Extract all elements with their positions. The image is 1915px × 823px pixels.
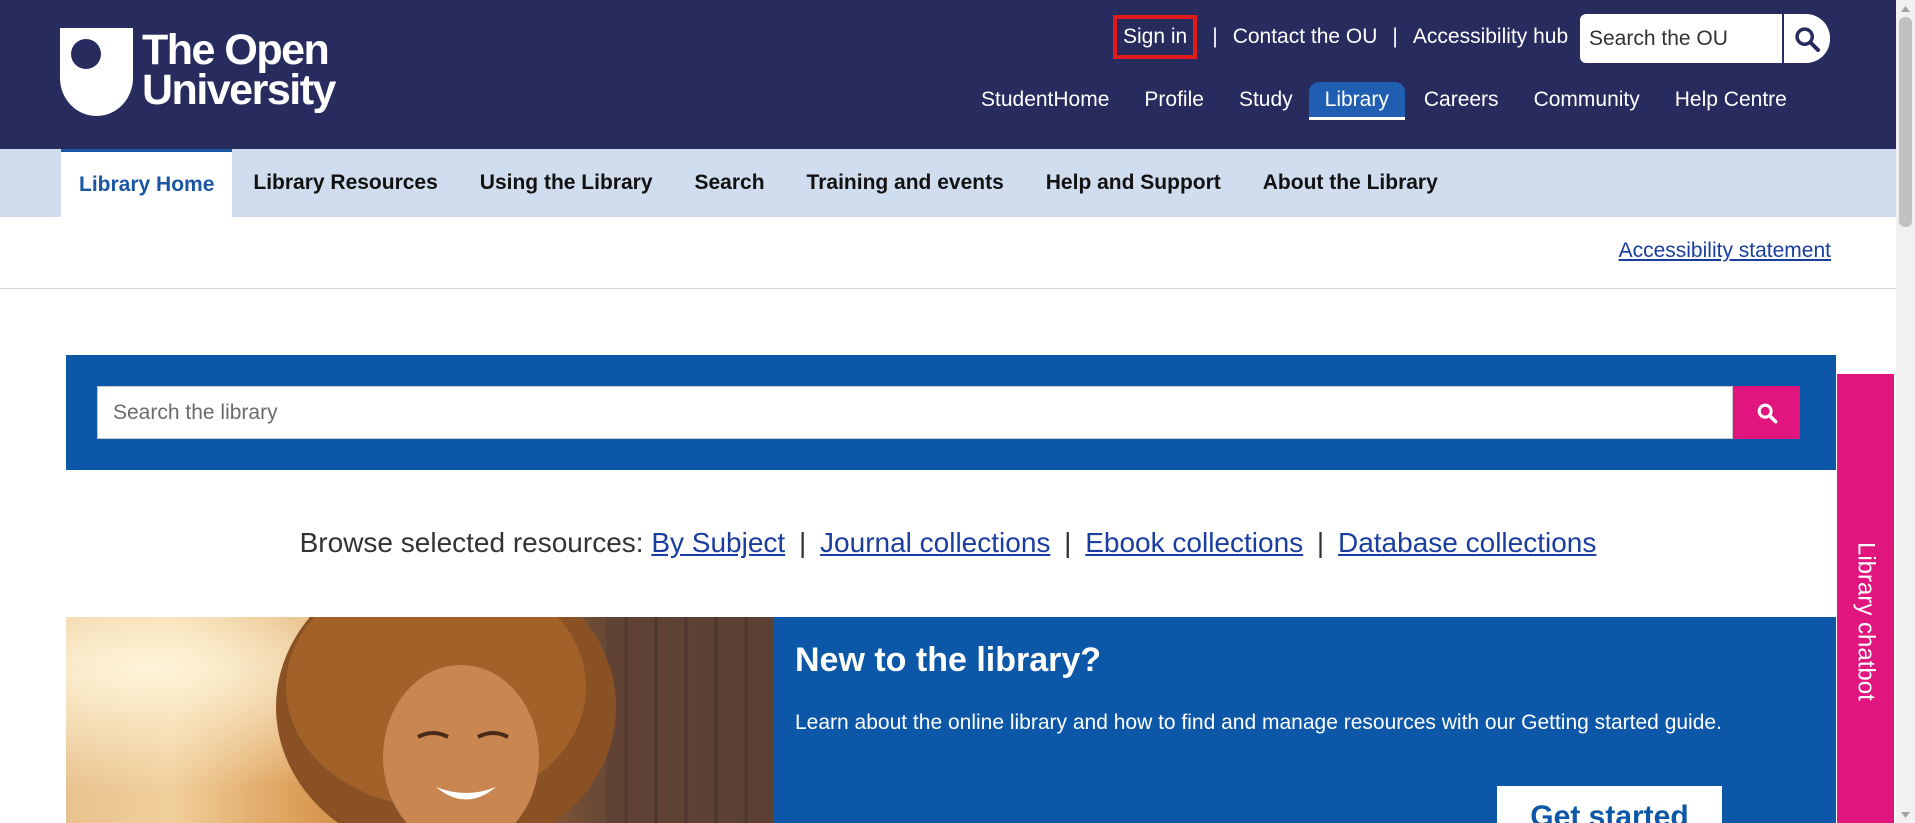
accessibility-hub-link[interactable]: Accessibility hub: [1413, 25, 1568, 49]
nav-item-study[interactable]: Study: [1220, 82, 1309, 120]
nav-item-studenthome[interactable]: StudentHome: [962, 82, 1125, 120]
hero-text: Learn about the online library and how t…: [795, 711, 1722, 734]
search-icon: [1795, 26, 1821, 52]
tab-search[interactable]: Search: [674, 149, 786, 217]
nav-item-careers[interactable]: Careers: [1405, 82, 1515, 120]
tab-training-and-events[interactable]: Training and events: [786, 149, 1025, 217]
hero-panel: New to the library? Learn about the onli…: [773, 617, 1836, 823]
logo-wordmark: The Open University: [142, 26, 336, 114]
logo-line-2: University: [142, 66, 336, 114]
nav-item-community[interactable]: Community: [1515, 82, 1656, 120]
sign-in-highlight: Sign in: [1113, 15, 1198, 59]
tab-about-the-library[interactable]: About the Library: [1242, 149, 1459, 217]
library-search-input[interactable]: [97, 386, 1733, 439]
accessibility-row: Accessibility statement: [0, 217, 1896, 289]
triangle-up-icon: [1901, 5, 1910, 12]
utility-separator: |: [1392, 25, 1398, 48]
scroll-thumb[interactable]: [1899, 17, 1912, 227]
library-search-panel: [66, 355, 1836, 470]
hero-photo: [66, 617, 773, 823]
tab-help-and-support[interactable]: Help and Support: [1025, 149, 1242, 217]
scroll-down-arrow[interactable]: [1896, 806, 1915, 823]
contact-the-ou-link[interactable]: Contact the OU: [1233, 25, 1378, 49]
utility-links: Sign in | Contact the OU | Accessibility…: [1113, 13, 1568, 61]
browse-resources: Browse selected resources: By Subject | …: [0, 527, 1896, 559]
browse-prefix: Browse selected resources:: [299, 527, 644, 558]
nav-item-profile[interactable]: Profile: [1125, 82, 1220, 120]
sign-in-link[interactable]: Sign in: [1123, 25, 1187, 48]
ou-search: [1580, 14, 1830, 63]
triangle-down-icon: [1901, 811, 1910, 818]
hero-title: New to the library?: [795, 641, 1102, 679]
main-nav: StudentHome Profile Study Library Career…: [962, 82, 1803, 120]
browse-separator: |: [1064, 527, 1072, 558]
search-icon: [1757, 403, 1777, 423]
library-nav: Library Home Library Resources Using the…: [0, 149, 1896, 217]
library-nav-tabs: Library Home Library Resources Using the…: [61, 149, 1459, 217]
ou-search-button[interactable]: [1784, 14, 1830, 63]
library-search-button[interactable]: [1733, 386, 1800, 439]
nav-item-help-centre[interactable]: Help Centre: [1656, 82, 1803, 120]
scroll-up-arrow[interactable]: [1896, 0, 1915, 17]
nav-item-library[interactable]: Library: [1308, 82, 1405, 120]
browse-database-collections-link[interactable]: Database collections: [1338, 527, 1596, 558]
tab-using-the-library[interactable]: Using the Library: [459, 149, 674, 217]
tab-library-resources[interactable]: Library Resources: [232, 149, 458, 217]
smiling-woman-illustration: [66, 617, 773, 823]
get-started-button[interactable]: Get started: [1497, 786, 1722, 823]
tab-library-home[interactable]: Library Home: [61, 149, 233, 217]
browse-separator: |: [1316, 527, 1325, 558]
utility-separator: |: [1212, 25, 1218, 48]
ou-header: The Open University Sign in | Contact th…: [0, 0, 1896, 149]
ou-shield-icon: [60, 28, 133, 116]
ou-search-input[interactable]: [1580, 14, 1782, 63]
library-chatbot-tab[interactable]: Library chatbot: [1837, 374, 1894, 823]
browse-ebook-collections-link[interactable]: Ebook collections: [1085, 527, 1303, 558]
logo-line-1: The Open: [142, 26, 330, 74]
browse-by-subject-link[interactable]: By Subject: [651, 527, 785, 558]
browse-journal-collections-link[interactable]: Journal collections: [820, 527, 1050, 558]
chatbot-label: Library chatbot: [1852, 542, 1880, 701]
page-scrollbar[interactable]: [1896, 0, 1915, 823]
ou-logo[interactable]: The Open University: [60, 28, 336, 118]
browse-separator: |: [798, 527, 807, 558]
accessibility-statement-link[interactable]: Accessibility statement: [1619, 239, 1831, 263]
